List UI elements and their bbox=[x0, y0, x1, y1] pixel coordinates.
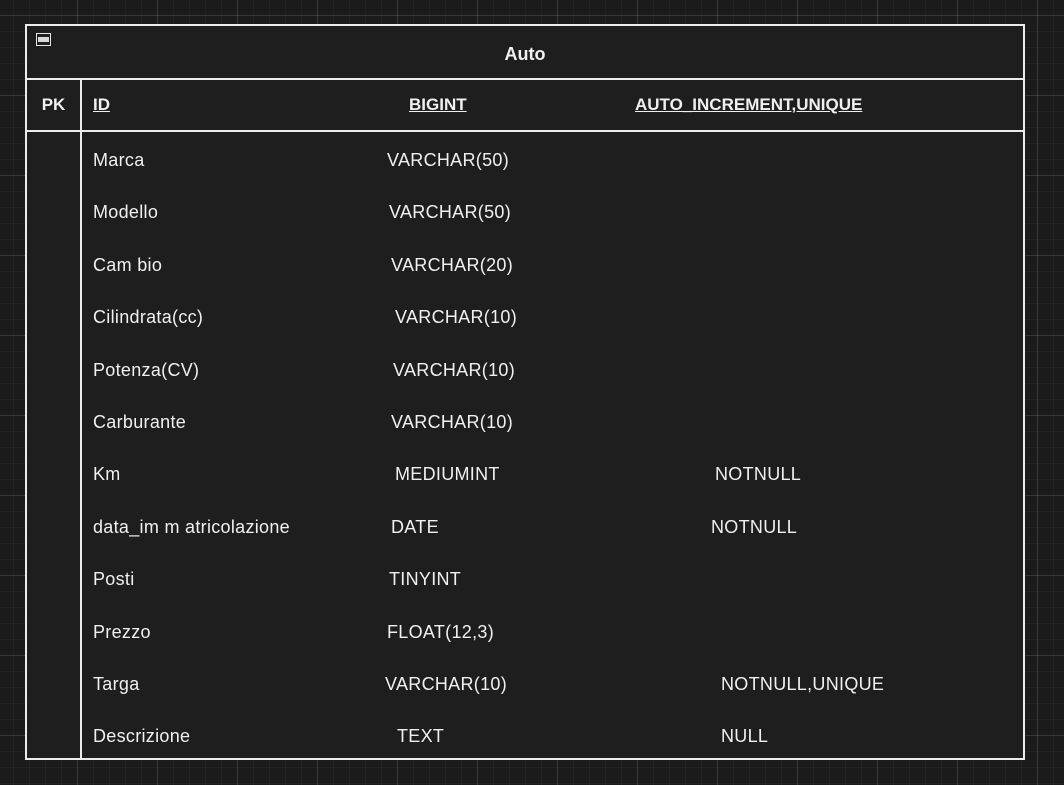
field-name: Posti bbox=[93, 569, 135, 590]
field-name: Carburante bbox=[93, 412, 187, 432]
field-row[interactable]: Carburante VARCHAR(10) bbox=[27, 412, 1023, 464]
field-name: Prezzo bbox=[93, 621, 151, 642]
field-type: DATE bbox=[391, 516, 439, 537]
field-row[interactable]: Descrizione TEXT NULL bbox=[27, 726, 1023, 778]
field-type: VARCHAR(50) bbox=[389, 202, 511, 223]
primary-key-row[interactable]: PK ID BIGINT AUTO_INCREMENT,UNIQUE bbox=[27, 78, 1023, 132]
field-row[interactable]: Marca VARCHAR(50) bbox=[27, 150, 1023, 202]
field-type: TINYINT bbox=[389, 569, 462, 590]
field-name: data_im m atricolazione bbox=[93, 516, 290, 537]
field-row[interactable]: Cam bio VARCHAR(20) bbox=[27, 255, 1023, 307]
field-name: Modello bbox=[93, 202, 159, 223]
field-row[interactable]: Km MEDIUMINT NOTNULL bbox=[27, 464, 1023, 516]
field-type: VARCHAR(10) bbox=[395, 307, 517, 328]
field-name: Targa bbox=[93, 674, 140, 694]
field-name: Marca bbox=[93, 150, 145, 170]
field-row[interactable]: Cilindrata(cc) VARCHAR(10) bbox=[27, 307, 1023, 359]
field-type: VARCHAR(10) bbox=[391, 412, 513, 432]
entity-auto-table[interactable]: Auto PK ID BIGINT AUTO_INCREMENT,UNIQUE … bbox=[25, 24, 1025, 760]
field-row[interactable]: Posti TINYINT bbox=[27, 569, 1023, 621]
entity-title[interactable]: Auto bbox=[27, 44, 1023, 65]
field-name: Cilindrata(cc) bbox=[93, 307, 204, 328]
field-name: Km bbox=[93, 464, 121, 485]
field-type: TEXT bbox=[397, 726, 445, 747]
field-type: VARCHAR(20) bbox=[391, 254, 513, 275]
field-name: Potenza(CV) bbox=[93, 359, 200, 380]
field-row[interactable]: Prezzo FLOAT(12,3) bbox=[27, 622, 1023, 674]
pk-field-type[interactable]: BIGINT bbox=[409, 95, 467, 115]
field-row[interactable]: Potenza(CV) VARCHAR(10) bbox=[27, 360, 1023, 412]
field-constraints: NOTNULL,UNIQUE bbox=[721, 674, 885, 694]
field-name: Cam bio bbox=[93, 254, 163, 275]
field-type: VARCHAR(10) bbox=[393, 359, 515, 380]
field-constraints: NULL bbox=[721, 726, 769, 747]
field-type: MEDIUMINT bbox=[395, 464, 500, 485]
entity-header: Auto bbox=[27, 26, 1023, 80]
field-row[interactable]: Modello VARCHAR(50) bbox=[27, 202, 1023, 254]
pk-label: PK bbox=[41, 95, 66, 114]
field-constraints: NOTNULL bbox=[711, 516, 798, 537]
field-type: FLOAT(12,3) bbox=[387, 621, 494, 642]
pk-field-name[interactable]: ID bbox=[93, 95, 110, 115]
field-name: Descrizione bbox=[93, 726, 191, 747]
field-row[interactable]: Targa VARCHAR(10) NOTNULL,UNIQUE bbox=[27, 674, 1023, 726]
field-row[interactable]: data_im m atricolazione DATE NOTNULL bbox=[27, 517, 1023, 569]
field-constraints: NOTNULL bbox=[715, 464, 802, 485]
pk-field-constraints[interactable]: AUTO_INCREMENT,UNIQUE bbox=[635, 95, 862, 115]
field-type: VARCHAR(50) bbox=[387, 150, 509, 170]
field-type: VARCHAR(10) bbox=[385, 674, 507, 694]
